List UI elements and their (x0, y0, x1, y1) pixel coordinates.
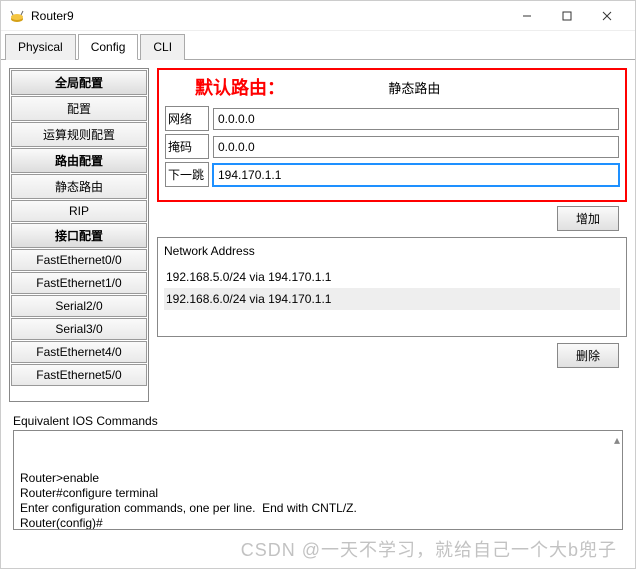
sidebar-header-interface: 接口配置 (11, 223, 147, 248)
titlebar: Router9 (1, 1, 635, 31)
label-nexthop: 下一跳 (165, 162, 209, 187)
ios-text: Router>enable Router#configure terminal … (20, 471, 357, 530)
ios-commands-box[interactable]: ▴ Router>enable Router#configure terminal… (13, 430, 623, 530)
sidebar-item-rip[interactable]: RIP (11, 200, 147, 222)
ios-label: Equivalent IOS Commands (13, 414, 627, 428)
tab-bar: Physical Config CLI (1, 33, 635, 60)
add-button-row: 增加 (157, 206, 619, 231)
row-mask: 掩码 (165, 134, 619, 159)
tab-physical[interactable]: Physical (5, 34, 76, 60)
app-window: Router9 Physical Config CLI 全局配置 配置 运算规则… (0, 0, 636, 569)
row-network: 网络 (165, 106, 619, 131)
sidebar-item-fe10[interactable]: FastEthernet1/0 (11, 272, 147, 294)
form-header-row: 默认路由： 静态路由 (165, 74, 619, 100)
sidebar-header-global: 全局配置 (11, 70, 147, 95)
main-panel: 默认路由： 静态路由 网络 掩码 下一跳 增加 (157, 68, 627, 402)
window-title: Router9 (31, 9, 507, 23)
input-mask[interactable] (213, 136, 619, 158)
close-button[interactable] (587, 2, 627, 30)
delete-button[interactable]: 删除 (557, 343, 619, 368)
sidebar-item-fe40[interactable]: FastEthernet4/0 (11, 341, 147, 363)
minimize-button[interactable] (507, 2, 547, 30)
static-route-form-box: 默认路由： 静态路由 网络 掩码 下一跳 (157, 68, 627, 202)
scroll-up-icon[interactable]: ▴ (614, 433, 620, 447)
sidebar-item-fe00[interactable]: FastEthernet0/0 (11, 249, 147, 271)
sidebar-item-fe50[interactable]: FastEthernet5/0 (11, 364, 147, 386)
sidebar-item-s20[interactable]: Serial2/0 (11, 295, 147, 317)
route-item[interactable]: 192.168.6.0/24 via 194.170.1.1 (164, 288, 620, 310)
sidebar-item-s30[interactable]: Serial3/0 (11, 318, 147, 340)
route-item[interactable]: 192.168.5.0/24 via 194.170.1.1 (164, 266, 620, 288)
router-icon (9, 8, 25, 24)
annotation-default-route: 默认路由： (195, 74, 285, 100)
label-network: 网络 (165, 106, 209, 131)
delete-button-row: 删除 (157, 343, 619, 368)
input-network[interactable] (213, 108, 619, 130)
watermark: CSDN @一天不学习，就给自己一个大b兜子 (241, 536, 617, 562)
sidebar: 全局配置 配置 运算规则配置 路由配置 静态路由 RIP 接口配置 FastEt… (9, 68, 149, 402)
section-title: 静态路由 (388, 78, 440, 97)
row-nexthop: 下一跳 (165, 162, 619, 187)
sidebar-item-algorithm[interactable]: 运算规则配置 (11, 122, 147, 147)
route-list-header: Network Address (164, 244, 620, 258)
maximize-button[interactable] (547, 2, 587, 30)
tab-cli[interactable]: CLI (140, 34, 185, 60)
add-button[interactable]: 增加 (557, 206, 619, 231)
content-area: 全局配置 配置 运算规则配置 路由配置 静态路由 RIP 接口配置 FastEt… (1, 60, 635, 410)
tab-config[interactable]: Config (78, 34, 139, 60)
label-mask: 掩码 (165, 134, 209, 159)
route-list[interactable]: Network Address 192.168.5.0/24 via 194.1… (157, 237, 627, 337)
sidebar-item-settings[interactable]: 配置 (11, 96, 147, 121)
sidebar-item-static[interactable]: 静态路由 (11, 174, 147, 199)
input-nexthop[interactable] (213, 164, 619, 186)
sidebar-header-routing: 路由配置 (11, 148, 147, 173)
